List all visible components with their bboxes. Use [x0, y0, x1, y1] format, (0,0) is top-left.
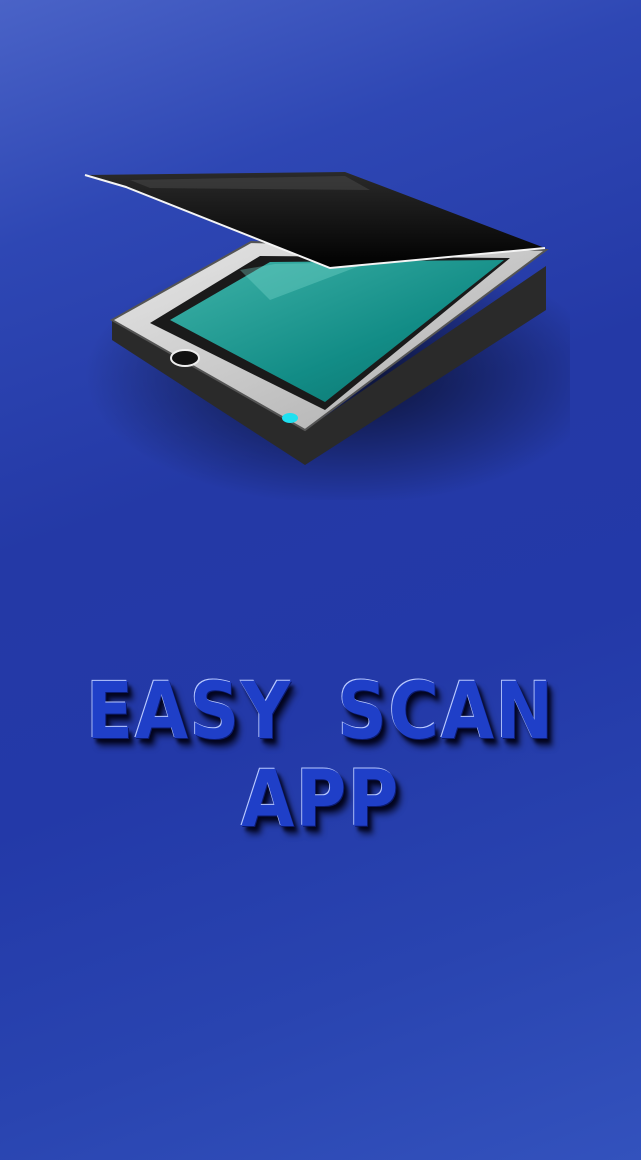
splash-screen: EASY SCAN APP: [0, 0, 641, 1160]
app-title-line2: APP: [240, 755, 401, 845]
scanner-icon: [84, 172, 570, 500]
app-title-line1: EASY SCAN: [86, 667, 555, 757]
app-title: EASY SCAN APP: [38, 668, 602, 844]
